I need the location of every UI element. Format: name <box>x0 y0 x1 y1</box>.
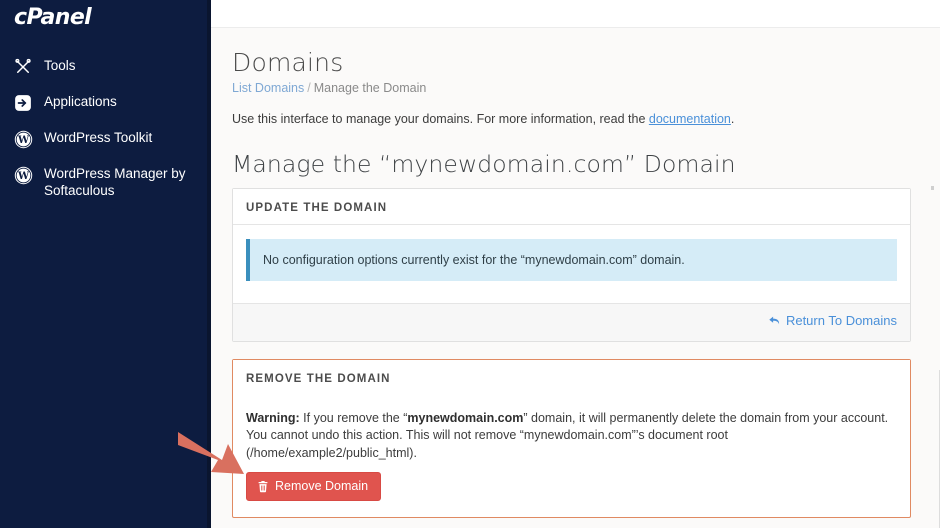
remove-domain-panel: REMOVE THE DOMAIN Warning: If you remove… <box>232 359 911 518</box>
reply-arrow-icon <box>768 314 781 327</box>
remove-domain-panel-title: REMOVE THE DOMAIN <box>246 373 391 385</box>
remove-domain-panel-body: Warning: If you remove the “mynewdomain.… <box>233 391 910 517</box>
intro-suffix: . <box>730 112 735 126</box>
sidebar-item-label: Applications <box>44 94 117 109</box>
return-to-domains-link[interactable]: Return To Domains <box>768 313 897 328</box>
top-bar <box>211 0 940 28</box>
breadcrumb-separator: / <box>307 81 311 95</box>
section-title: Manage the “mynewdomain.com” Domain <box>232 150 736 178</box>
intro-text: Use this interface to manage your domain… <box>232 111 916 128</box>
content-area: Domains List Domains / Manage the Domain U… <box>211 28 940 518</box>
intro-prefix: Use this interface to manage your domain… <box>232 112 649 126</box>
no-configuration-alert: No configuration options currently exist… <box>246 239 897 281</box>
cpanel-logo[interactable]: cPanel <box>14 7 211 29</box>
tools-icon <box>12 56 34 78</box>
remove-domain-button[interactable]: Remove Domain <box>246 472 382 501</box>
remove-domain-panel-heading: REMOVE THE DOMAIN <box>233 360 910 391</box>
warning-part1: If you remove the “ <box>299 410 408 425</box>
sidebar-item-label: WordPress Toolkit <box>44 130 153 145</box>
sidebar-item-tools[interactable]: Tools <box>0 55 211 91</box>
sidebar-item-label: WordPress Manager by Softaculous <box>44 166 186 198</box>
breadcrumb: List Domains / Manage the Domain <box>232 81 916 95</box>
no-configuration-alert-text: No configuration options currently exist… <box>263 253 685 267</box>
sidebar-nav: Tools Applications W WordPress Toolkit W… <box>0 55 211 199</box>
sidebar-item-label: Tools <box>44 58 76 73</box>
sidebar-item-applications[interactable]: Applications <box>0 91 211 127</box>
breadcrumb-current: Manage the Domain <box>313 81 427 95</box>
update-domain-panel-title: UPDATE THE DOMAIN <box>246 202 388 214</box>
applications-icon <box>12 92 34 114</box>
cpanel-app-window: cPanel Tools Applications W WordPress To… <box>0 0 940 528</box>
warning-label: Warning: <box>246 410 300 425</box>
wordpress-icon: W <box>12 164 34 186</box>
sidebar-item-wordpress-toolkit[interactable]: W WordPress Toolkit <box>0 127 211 163</box>
update-domain-panel-footer: Return To Domains <box>233 303 910 341</box>
update-domain-panel-heading: UPDATE THE DOMAIN <box>233 189 910 225</box>
wordpress-icon: W <box>12 128 34 150</box>
warning-domain: mynewdomain.com <box>407 410 524 425</box>
sidebar-item-wordpress-manager[interactable]: W WordPress Manager by Softaculous <box>0 163 211 199</box>
sidebar: cPanel Tools Applications W WordPress To… <box>0 0 211 528</box>
remove-domain-warning: Warning: If you remove the “mynewdomain.… <box>246 410 892 463</box>
documentation-link[interactable]: documentation <box>649 112 731 126</box>
page-title: Domains <box>232 48 344 77</box>
main-content: Domains List Domains / Manage the Domain U… <box>211 0 940 528</box>
remove-domain-button-label: Remove Domain <box>275 479 369 493</box>
breadcrumb-list-domains[interactable]: List Domains <box>232 81 304 95</box>
trash-icon <box>257 480 269 493</box>
return-to-domains-label: Return To Domains <box>785 313 897 328</box>
update-domain-panel-body: No configuration options currently exist… <box>233 225 910 303</box>
update-domain-panel: UPDATE THE DOMAIN No configuration optio… <box>232 188 911 342</box>
svg-text:W: W <box>16 135 29 146</box>
svg-text:W: W <box>16 171 29 182</box>
